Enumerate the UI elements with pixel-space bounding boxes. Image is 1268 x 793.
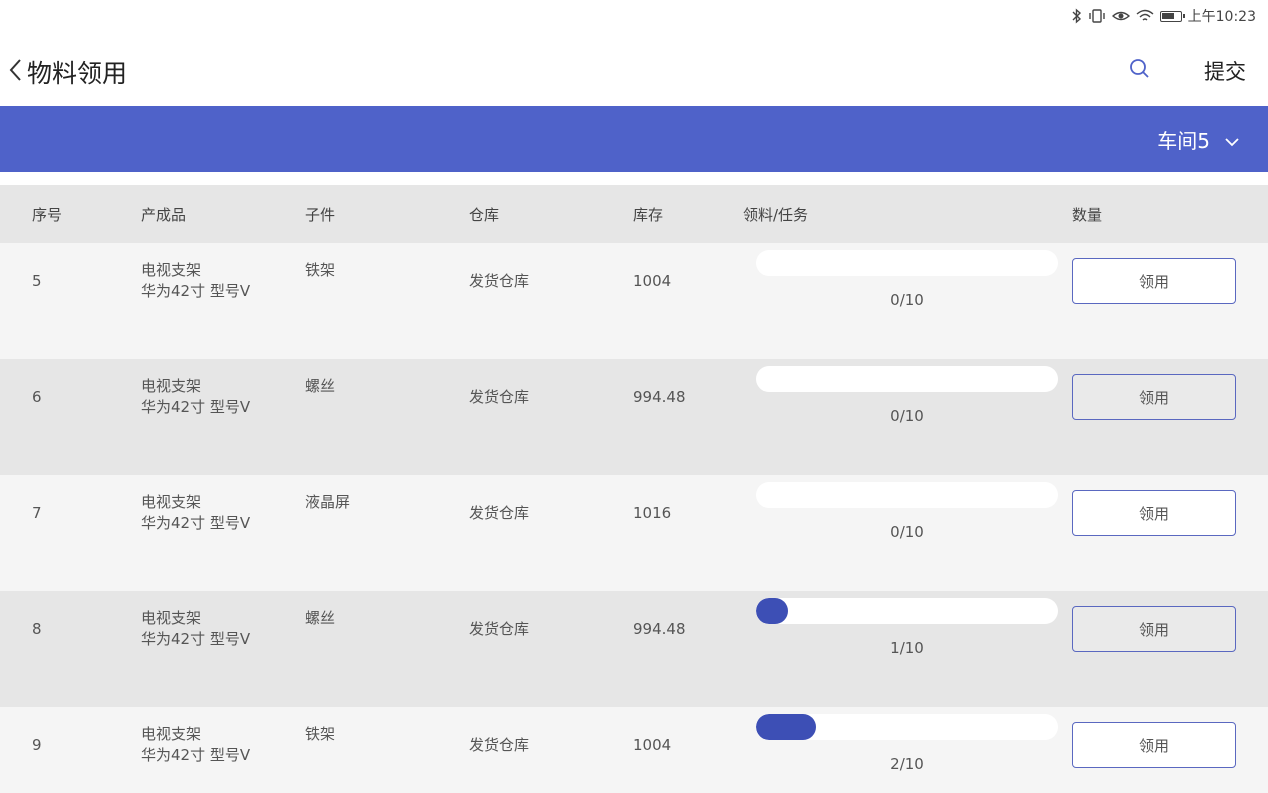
product-name: 电视支架	[141, 725, 202, 743]
product-name: 电视支架	[141, 493, 202, 511]
header-progress: 领料/任务	[743, 206, 809, 224]
row-warehouse: 发货仓库	[469, 388, 530, 406]
eye-icon	[1111, 7, 1130, 25]
row-product: 电视支架 华为42寸 型号V	[141, 492, 250, 534]
progress-ratio: 0/10	[890, 291, 924, 309]
product-model: 华为42寸 型号V	[141, 746, 251, 764]
row-warehouse: 发货仓库	[469, 736, 530, 754]
header-stock: 库存	[633, 206, 664, 224]
chevron-down-icon	[1224, 128, 1240, 152]
app-header: 物料领用 提交	[0, 34, 1268, 106]
header-warehouse: 仓库	[469, 206, 500, 224]
status-icons: 上午10:23	[1072, 6, 1256, 26]
row-part: 铁架	[305, 725, 336, 743]
progress-bar	[756, 714, 1058, 740]
progress-bar	[756, 250, 1058, 276]
row-no: 8	[32, 620, 42, 638]
row-warehouse: 发货仓库	[469, 272, 530, 290]
row-product: 电视支架 华为42寸 型号V	[141, 260, 250, 302]
progress-ratio: 2/10	[890, 755, 924, 773]
row-part: 螺丝	[305, 609, 336, 627]
progress-bar	[756, 366, 1058, 392]
row-stock: 994.48	[633, 388, 686, 406]
product-model: 华为42寸 型号V	[141, 398, 251, 416]
search-icon[interactable]	[1127, 56, 1153, 82]
claim-button[interactable]: 领用	[1072, 606, 1236, 652]
status-bar: 上午10:23	[0, 0, 1268, 34]
row-product: 电视支架 华为42寸 型号V	[141, 376, 250, 418]
row-part: 铁架	[305, 261, 336, 279]
claim-button[interactable]: 领用	[1072, 490, 1236, 536]
row-warehouse: 发货仓库	[469, 620, 530, 638]
row-no: 6	[32, 388, 42, 406]
product-name: 电视支架	[141, 609, 202, 627]
table-header: 序号 产成品 子件 仓库 库存 领料/任务 数量	[0, 185, 1268, 243]
table-row: 9 电视支架 华为42寸 型号V 铁架 发货仓库 1004 2/10 领用	[0, 707, 1268, 793]
product-name: 电视支架	[141, 377, 202, 395]
row-stock: 1004	[633, 272, 672, 290]
battery-icon	[1159, 7, 1185, 25]
header-product: 产成品	[141, 206, 187, 224]
row-product: 电视支架 华为42寸 型号V	[141, 724, 250, 766]
progress-fill	[756, 714, 816, 740]
progress-ratio: 0/10	[890, 407, 924, 425]
row-stock: 1016	[633, 504, 672, 522]
claim-button[interactable]: 领用	[1072, 258, 1236, 304]
header-no: 序号	[32, 206, 63, 224]
wifi-icon	[1136, 7, 1154, 25]
progress-ratio: 1/10	[890, 639, 924, 657]
status-time: 上午10:23	[1187, 9, 1256, 25]
vibrate-icon	[1088, 7, 1106, 25]
progress-bar	[756, 598, 1058, 624]
row-no: 5	[32, 272, 42, 290]
row-no: 9	[32, 736, 42, 754]
progress-fill	[756, 598, 788, 624]
progress-bar	[756, 482, 1058, 508]
row-stock: 1004	[633, 736, 672, 754]
submit-button[interactable]: 提交	[1204, 56, 1246, 86]
workshop-label: 车间5	[1157, 129, 1210, 153]
table-row: 5 电视支架 华为42寸 型号V 铁架 发货仓库 1004 0/10 领用	[0, 243, 1268, 359]
row-part: 螺丝	[305, 377, 336, 395]
product-model: 华为42寸 型号V	[141, 630, 251, 648]
table-row: 7 电视支架 华为42寸 型号V 液晶屏 发货仓库 1016 0/10 领用	[0, 475, 1268, 591]
bluetooth-icon	[1072, 7, 1082, 25]
row-warehouse: 发货仓库	[469, 504, 530, 522]
table-row: 8 电视支架 华为42寸 型号V 螺丝 发货仓库 994.48 1/10 领用	[0, 591, 1268, 707]
claim-button[interactable]: 领用	[1072, 374, 1236, 420]
claim-button[interactable]: 领用	[1072, 722, 1236, 768]
header-quantity: 数量	[1072, 206, 1103, 224]
row-product: 电视支架 华为42寸 型号V	[141, 608, 250, 650]
product-name: 电视支架	[141, 261, 202, 279]
progress-ratio: 0/10	[890, 523, 924, 541]
workshop-select[interactable]: 车间5	[1157, 125, 1240, 154]
filter-bar: 车间5	[0, 106, 1268, 172]
header-part: 子件	[305, 206, 336, 224]
row-part: 液晶屏	[305, 493, 351, 511]
table-row: 6 电视支架 华为42寸 型号V 螺丝 发货仓库 994.48 0/10 领用	[0, 359, 1268, 475]
page-title: 物料领用	[27, 59, 128, 88]
row-stock: 994.48	[633, 620, 686, 638]
product-model: 华为42寸 型号V	[141, 514, 251, 532]
product-model: 华为42寸 型号V	[141, 282, 251, 300]
back-arrow-icon[interactable]	[6, 56, 26, 84]
row-no: 7	[32, 504, 42, 522]
